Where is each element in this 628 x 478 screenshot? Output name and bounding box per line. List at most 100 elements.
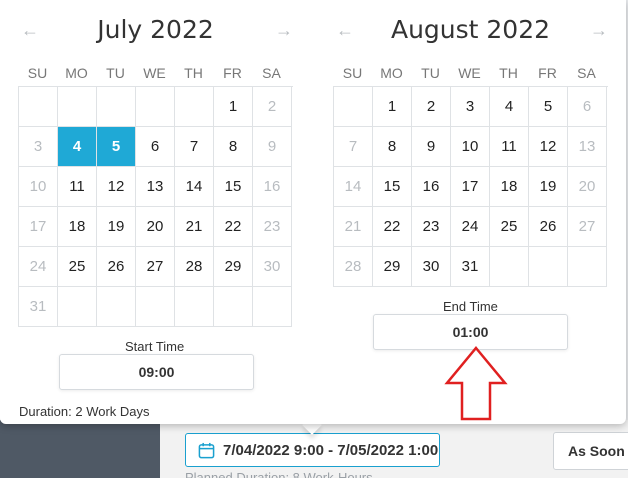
day-grid: 1 2 3 4 5 6 7 8 9 10 11 12 13 14 15 16 17 18 19 20 21 22 23 24 2… [333,86,608,287]
day-cell[interactable]: 4 [490,87,529,127]
day-cell[interactable]: 22 [214,207,253,247]
empty-day-cell [334,87,373,127]
day-cell[interactable]: 5 [529,87,568,127]
day-cell[interactable]: 16 [253,167,292,207]
date-range-label: 7/04/2022 9:00 - 7/05/2022 1:00 [223,441,439,459]
day-cell[interactable]: 19 [529,167,568,207]
day-cell[interactable]: 20 [568,167,607,207]
empty-day-cell [58,287,97,327]
day-cell[interactable]: 24 [19,247,58,287]
day-cell[interactable]: 30 [412,247,451,287]
day-cell[interactable]: 13 [136,167,175,207]
day-cell[interactable]: 30 [253,247,292,287]
empty-day-cell [214,287,253,327]
selected-day-cell[interactable]: 4 [58,127,97,167]
day-cell[interactable]: 21 [175,207,214,247]
date-range-button[interactable]: 7/04/2022 9:00 - 7/05/2022 1:00 [185,433,440,467]
weekday-label: TU [421,65,440,81]
day-cell[interactable]: 6 [136,127,175,167]
empty-day-cell [175,287,214,327]
day-cell[interactable]: 28 [334,247,373,287]
day-cell[interactable]: 24 [451,207,490,247]
day-cell[interactable]: 1 [214,87,253,127]
next-month-arrow-icon[interactable]: → [590,20,608,41]
duration-text: Duration: 2 Work Days [19,404,150,419]
day-cell[interactable]: 18 [58,207,97,247]
day-cell[interactable]: 1 [373,87,412,127]
day-cell[interactable]: 17 [19,207,58,247]
calendar-august: ← August 2022 → SU MO TU WE TH FR SA 123456789… [333,0,608,287]
day-cell[interactable]: 25 [490,207,529,247]
planned-duration-text: Planned Duration: 8 Work-Hours [185,470,373,478]
weekday-label: FR [223,65,242,81]
start-time-input[interactable]: 09:00 [59,354,254,390]
calendar-icon [198,442,215,458]
weekday-label: WE [458,65,481,81]
day-cell[interactable]: 9 [412,127,451,167]
day-cell[interactable]: 23 [253,207,292,247]
month-title: July 2022 [97,15,214,44]
day-cell[interactable]: 2 [412,87,451,127]
day-cell[interactable]: 19 [97,207,136,247]
empty-day-cell [97,287,136,327]
day-cell[interactable]: 10 [19,167,58,207]
day-cell[interactable]: 12 [529,127,568,167]
day-cell[interactable]: 31 [19,287,58,327]
day-cell[interactable]: 10 [451,127,490,167]
day-cell[interactable]: 6 [568,87,607,127]
empty-day-cell [568,247,607,287]
empty-day-cell [136,287,175,327]
day-cell[interactable]: 28 [175,247,214,287]
day-cell[interactable]: 22 [373,207,412,247]
next-month-arrow-icon[interactable]: → [275,20,293,41]
weekday-label: WE [143,65,166,81]
day-cell[interactable]: 14 [334,167,373,207]
empty-day-cell [253,287,292,327]
day-cell[interactable]: 20 [136,207,175,247]
empty-day-cell [58,87,97,127]
day-cell[interactable]: 23 [412,207,451,247]
empty-day-cell [19,87,58,127]
weekday-label: SU [27,65,48,81]
date-range-popup: ← July 2022 → SU MO TU WE TH FR SA 1 2 3 4 5 6 7 8 9 10… [0,0,626,424]
day-cell[interactable]: 29 [214,247,253,287]
day-cell[interactable]: 15 [373,167,412,207]
day-cell[interactable]: 12 [97,167,136,207]
day-cell[interactable]: 26 [529,207,568,247]
day-cell[interactable]: 7 [175,127,214,167]
day-cell[interactable]: 3 [19,127,58,167]
empty-day-cell [490,247,529,287]
day-cell[interactable]: 25 [58,247,97,287]
day-cell[interactable]: 8 [214,127,253,167]
day-cell[interactable]: 17 [451,167,490,207]
weekday-label: FR [538,65,557,81]
day-cell[interactable]: 2 [253,87,292,127]
selected-day-cell[interactable]: 5 [97,127,136,167]
day-cell[interactable]: 26 [97,247,136,287]
day-cell[interactable]: 3 [451,87,490,127]
day-cell[interactable]: 11 [58,167,97,207]
end-time-label: End Time [443,299,498,314]
day-cell[interactable]: 8 [373,127,412,167]
weekday-label: SA [577,65,596,81]
day-cell[interactable]: 15 [214,167,253,207]
empty-day-cell [136,87,175,127]
day-cell[interactable]: 16 [412,167,451,207]
day-cell[interactable]: 27 [136,247,175,287]
day-cell[interactable]: 18 [490,167,529,207]
day-cell[interactable]: 21 [334,207,373,247]
day-cell[interactable]: 31 [451,247,490,287]
empty-day-cell [97,87,136,127]
weekday-header: SU MO TU WE TH FR SA [333,60,608,86]
weekday-header: SU MO TU WE TH FR SA [18,60,293,86]
day-cell[interactable]: 13 [568,127,607,167]
month-title: August 2022 [390,15,551,44]
as-soon-as-possible-button[interactable]: As Soon As Possible [553,432,628,470]
day-cell[interactable]: 29 [373,247,412,287]
day-cell[interactable]: 14 [175,167,214,207]
weekday-label: SA [262,65,281,81]
day-cell[interactable]: 7 [334,127,373,167]
day-cell[interactable]: 9 [253,127,292,167]
day-cell[interactable]: 27 [568,207,607,247]
day-cell[interactable]: 11 [490,127,529,167]
